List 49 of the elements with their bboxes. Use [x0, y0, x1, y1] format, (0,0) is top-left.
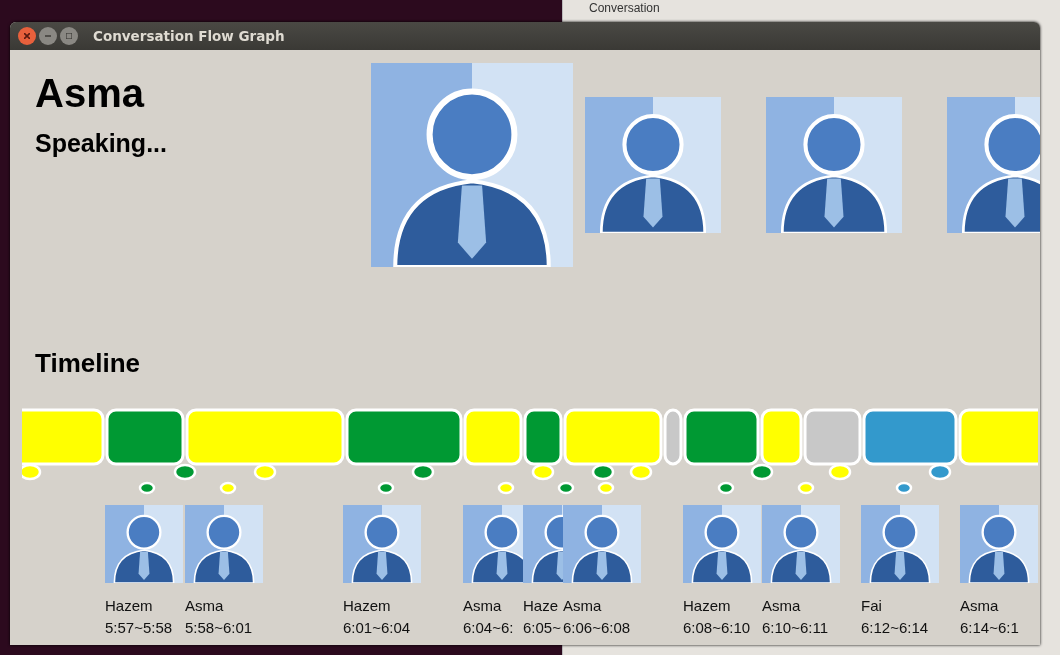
close-icon	[24, 33, 30, 39]
speaker-label: Asma	[185, 597, 224, 615]
speaker-label: Asma	[762, 597, 801, 615]
minimize-button[interactable]	[39, 27, 57, 45]
speaker-label: Hazem	[343, 597, 391, 615]
time-range: 6:08~6:10	[683, 619, 751, 637]
timeline-dot	[629, 463, 653, 481]
timeline-dot	[173, 463, 197, 481]
speaker-name: Asma	[35, 70, 144, 116]
time-range: 6:01~6:04	[343, 619, 411, 637]
timeline-dot	[928, 463, 952, 481]
timeline-dot	[591, 463, 615, 481]
time-range: 6:10~6:11	[762, 619, 829, 637]
timeline-dot	[717, 481, 735, 495]
timeline-dot	[750, 463, 774, 481]
time-range: 6:14~6:1	[960, 619, 1019, 637]
timeline-dot	[253, 463, 277, 481]
speaker-status: Speaking...	[35, 128, 167, 158]
speaker-label: Asma	[960, 597, 999, 615]
close-button[interactable]	[18, 27, 36, 45]
timeline-heading: Timeline	[35, 348, 140, 378]
speaker-label: Hazem	[105, 597, 153, 615]
speaker-label: Fai	[861, 597, 882, 615]
timeline-dot	[411, 463, 435, 481]
timeline-dot	[138, 481, 156, 495]
time-range: 5:58~6:01	[185, 619, 253, 637]
time-range: 6:12~6:14	[861, 619, 929, 637]
group-label: Conversation	[589, 1, 660, 15]
timeline-dot	[557, 481, 575, 495]
speaker-label: Asma	[563, 597, 602, 615]
time-range: 6:04~6:	[463, 619, 514, 637]
timeline-dot	[797, 481, 815, 495]
timeline-dot	[895, 481, 913, 495]
time-range: 6:05~	[523, 619, 561, 637]
timeline-dot	[377, 481, 395, 495]
window-title: Conversation Flow Graph	[93, 28, 285, 44]
maximize-button[interactable]	[60, 27, 78, 45]
minimize-icon	[45, 35, 51, 37]
timeline-dot	[497, 481, 515, 495]
timeline-dot	[597, 481, 615, 495]
timeline-dot	[828, 463, 852, 481]
speaker-label: Hazem	[683, 597, 731, 615]
time-range: 6:06~6:08	[563, 619, 631, 637]
speaker-label: Haze	[523, 597, 559, 615]
time-range: 5:57~5:58	[105, 619, 173, 637]
speaker-label: Asma	[463, 597, 502, 615]
timeline-dot	[219, 481, 237, 495]
maximize-icon	[66, 33, 72, 39]
timeline-dot	[531, 463, 555, 481]
